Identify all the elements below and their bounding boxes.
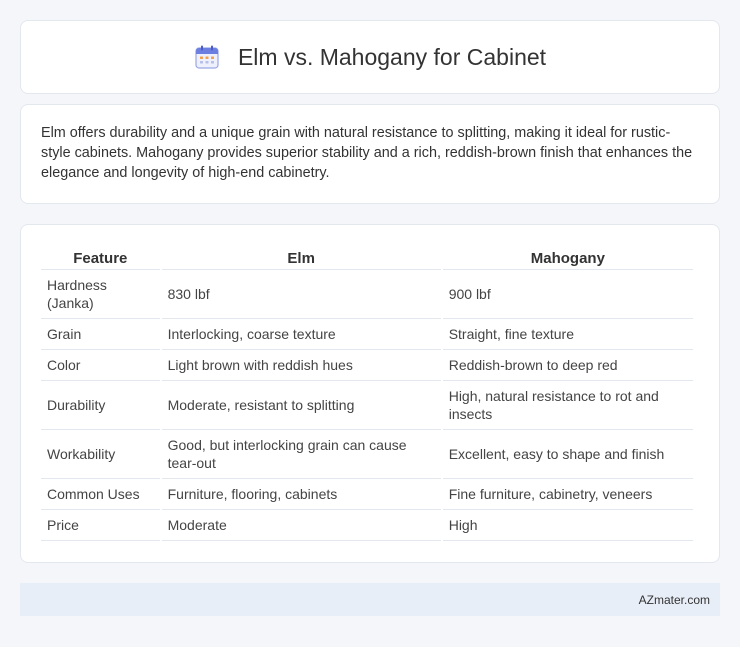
cell-mahogany: High (442, 510, 693, 541)
cell-mahogany: Fine furniture, cabinetry, veneers (442, 479, 693, 510)
page-title: Elm vs. Mahogany for Cabinet (237, 43, 547, 70)
cell-elm: 830 lbf (161, 270, 441, 319)
comparison-table: Feature Elm Mahogany Hardness (Janka) 83… (39, 245, 695, 541)
cell-elm: Light brown with reddish hues (161, 350, 441, 381)
cell-elm: Interlocking, coarse texture (161, 319, 441, 350)
title-wrap: Elm vs. Mahogany for Cabinet (194, 44, 546, 71)
cell-mahogany: High, natural resistance to rot and inse… (442, 381, 693, 430)
cell-elm: Good, but interlocking grain can cause t… (161, 430, 441, 479)
cell-feature: Durability (41, 381, 160, 430)
cell-elm: Furniture, flooring, cabinets (161, 479, 441, 510)
summary-card: Elm offers durability and a unique grain… (20, 104, 720, 204)
summary-text: Elm offers durability and a unique grain… (41, 125, 693, 181)
header-feature: Feature (41, 245, 160, 270)
table-row: Hardness (Janka) 830 lbf 900 lbf (41, 270, 693, 319)
calendar-icon (194, 44, 220, 70)
cell-feature: Color (41, 350, 160, 381)
footer: AZmater.com (20, 583, 720, 616)
table-header-row: Feature Elm Mahogany (41, 245, 693, 270)
header-elm: Elm (161, 245, 441, 270)
table-card: Feature Elm Mahogany Hardness (Janka) 83… (20, 224, 720, 563)
header-mahogany: Mahogany (442, 245, 693, 270)
table-row: Grain Interlocking, coarse texture Strai… (41, 319, 693, 350)
footer-site-link[interactable]: AZmater.com (639, 593, 710, 607)
cell-mahogany: Excellent, easy to shape and finish (442, 430, 693, 479)
cell-mahogany: Reddish-brown to deep red (442, 350, 693, 381)
cell-elm: Moderate (161, 510, 441, 541)
cell-feature: Price (41, 510, 160, 541)
cell-feature: Common Uses (41, 479, 160, 510)
table-row: Color Light brown with reddish hues Redd… (41, 350, 693, 381)
cell-mahogany: 900 lbf (442, 270, 693, 319)
cell-elm: Moderate, resistant to splitting (161, 381, 441, 430)
table-row: Durability Moderate, resistant to splitt… (41, 381, 693, 430)
title-card: Elm vs. Mahogany for Cabinet (20, 20, 720, 94)
table-row: Common Uses Furniture, flooring, cabinet… (41, 479, 693, 510)
table-row: Price Moderate High (41, 510, 693, 541)
cell-feature: Workability (41, 430, 160, 479)
cell-feature: Grain (41, 319, 160, 350)
table-row: Workability Good, but interlocking grain… (41, 430, 693, 479)
cell-feature: Hardness (Janka) (41, 270, 160, 319)
cell-mahogany: Straight, fine texture (442, 319, 693, 350)
